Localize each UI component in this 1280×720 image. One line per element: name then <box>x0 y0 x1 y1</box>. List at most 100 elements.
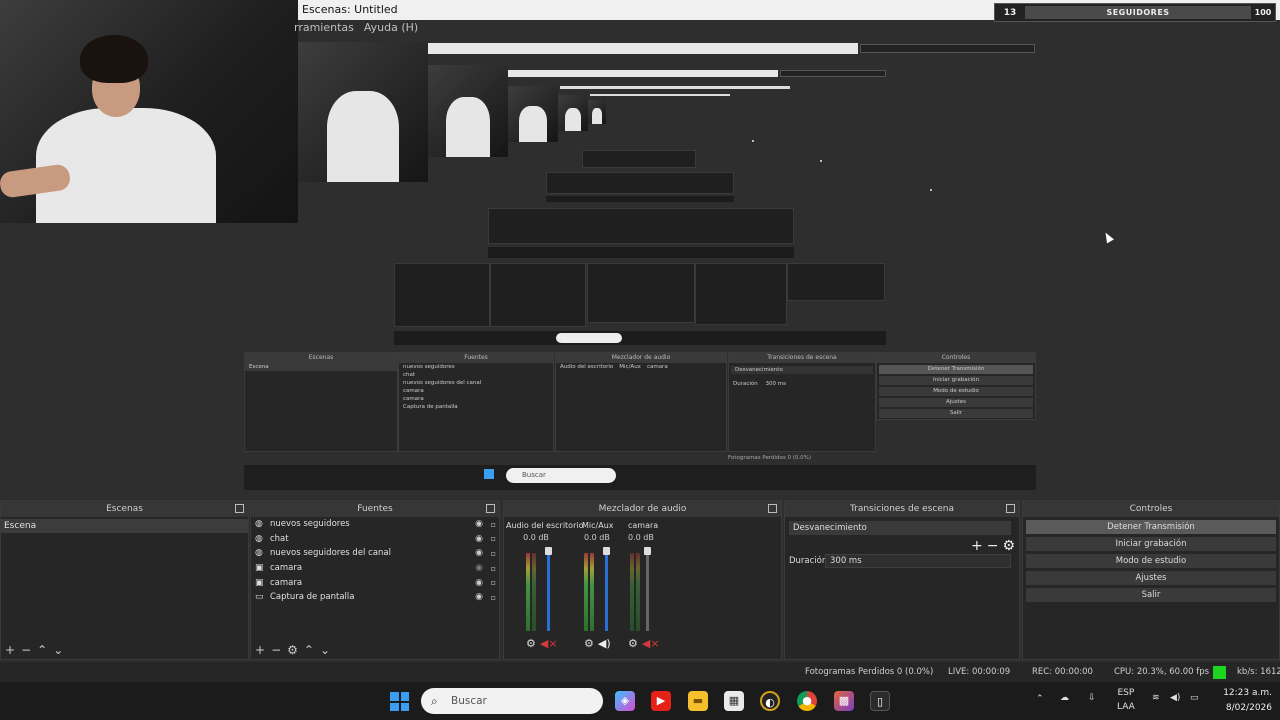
menu-bar: rramientas Ayuda (H) <box>290 20 418 36</box>
menu-tools[interactable]: rramientas <box>294 20 354 36</box>
preview-copy-5-webcam <box>588 100 606 124</box>
studio-mode-button[interactable]: Modo de estudio <box>1026 554 1276 568</box>
wifi-icon[interactable]: ≋ <box>1152 693 1160 703</box>
globe-icon: ◍ <box>255 519 263 530</box>
mixer-dock-title: Mezclador de audio <box>598 504 687 514</box>
eye-icon[interactable]: ◉ <box>475 534 483 544</box>
volume-fader[interactable] <box>605 549 608 631</box>
obs-icon[interactable]: ◐ <box>760 691 780 711</box>
clock[interactable]: 12:23 a.m. 8/02/2026 <box>1223 686 1272 716</box>
volume-meter <box>532 553 536 631</box>
transition-select[interactable]: Desvanecimiento <box>789 521 1011 535</box>
lock-icon[interactable]: ▫ <box>491 593 496 602</box>
source-item[interactable]: ◍ nuevos seguidores del canal ◉ ▫ <box>251 546 499 561</box>
speaker-muted-icon[interactable]: ◀× <box>642 637 660 650</box>
preview-copy-4-docks-b <box>546 172 734 194</box>
eye-icon[interactable]: ◉ <box>475 519 483 529</box>
add-scene-icon[interactable]: + <box>5 643 15 657</box>
taskbar-search[interactable]: ⌕ Buscar <box>421 688 603 714</box>
language-indicator[interactable]: ESP LAA <box>1117 686 1135 714</box>
scenes-dock: Escenas Escena + − ⌃ ⌄ <box>0 500 249 660</box>
artifact-dot <box>752 140 754 142</box>
channel-name: camara <box>628 521 659 530</box>
chrome-icon[interactable]: ● <box>797 691 817 711</box>
undock-icon[interactable] <box>1006 504 1015 513</box>
lock-icon[interactable]: ▫ <box>491 549 496 558</box>
store-icon[interactable]: ▦ <box>724 691 744 711</box>
file-explorer-icon[interactable]: ▬ <box>688 691 708 711</box>
add-source-icon[interactable]: + <box>255 643 265 657</box>
fader-knob[interactable] <box>545 547 552 555</box>
battery-icon[interactable]: ▭ <box>1190 693 1199 703</box>
app-grid-icon[interactable]: ▩ <box>834 691 854 711</box>
gear-icon[interactable]: ⚙ <box>287 643 298 657</box>
source-item[interactable]: ▣ camara ◉ ▫ <box>251 575 499 590</box>
preview-copy-4-taskbar <box>546 196 734 202</box>
terminal-icon[interactable]: ▯ <box>870 691 890 711</box>
gear-icon[interactable]: ⚙ <box>628 637 638 650</box>
lock-icon[interactable]: ▫ <box>491 578 496 587</box>
source-item[interactable]: ◍ nuevos seguidores ◉ ▫ <box>251 517 499 532</box>
undock-icon[interactable] <box>235 504 244 513</box>
audio-mixer-dock: Mezclador de audio Audio del escritorio … <box>503 500 782 660</box>
preview-copy-5-titlebars <box>560 86 794 100</box>
gear-icon[interactable]: ⚙ <box>1002 538 1015 554</box>
artifact-dot <box>820 160 822 162</box>
download-icon[interactable]: ⇩ <box>1088 693 1096 703</box>
mouse-cursor-icon <box>1102 230 1114 244</box>
windows-start-icon[interactable] <box>390 692 409 711</box>
preview-copy-2-transitions <box>695 263 787 325</box>
eye-icon[interactable]: ◉ <box>475 592 483 602</box>
clock-time: 12:23 a.m. <box>1223 688 1272 698</box>
undock-icon[interactable] <box>486 504 495 513</box>
preview-copy-1-webcam <box>298 42 428 182</box>
move-up-icon[interactable]: ⌃ <box>37 643 47 657</box>
lock-icon[interactable]: ▫ <box>491 520 496 529</box>
gear-icon[interactable]: ⚙ <box>526 637 536 650</box>
volume-icon[interactable]: ◀) <box>1170 693 1180 703</box>
lock-icon[interactable]: ▫ <box>491 534 496 543</box>
fader-knob[interactable] <box>644 547 651 555</box>
duration-input[interactable]: 300 ms <box>825 554 1011 568</box>
cloud-icon[interactable]: ☁ <box>1060 693 1069 703</box>
obs-window: Escenas: Untitled rramientas Ayuda (H) 1… <box>0 0 1280 720</box>
volume-fader[interactable] <box>547 549 550 631</box>
speaker-icon[interactable]: ◀) <box>598 637 611 650</box>
controls-dock-title: Controles <box>1129 504 1173 514</box>
exit-button[interactable]: Salir <box>1026 588 1276 602</box>
search-placeholder: Buscar <box>451 695 487 707</box>
youtube-icon[interactable]: ▶ <box>651 691 671 711</box>
copilot-icon[interactable]: ◈ <box>615 691 635 711</box>
volume-fader[interactable] <box>646 549 649 631</box>
eye-icon[interactable]: ◉ <box>475 563 483 573</box>
remove-scene-icon[interactable]: − <box>21 643 31 657</box>
channel-db: 0.0 dB <box>523 533 549 542</box>
settings-button[interactable]: Ajustes <box>1026 571 1276 585</box>
speaker-muted-icon[interactable]: ◀× <box>540 637 558 650</box>
add-transition-icon[interactable]: + <box>971 538 983 554</box>
preview-copy-2-controls <box>787 263 885 301</box>
tray-chevron-icon[interactable]: ⌃ <box>1036 694 1044 704</box>
source-item[interactable]: ▣ camara ◉ ▫ <box>251 561 499 576</box>
eye-icon[interactable]: ◉ <box>475 548 483 558</box>
move-down-icon[interactable]: ⌄ <box>320 643 330 657</box>
move-down-icon[interactable]: ⌄ <box>53 643 63 657</box>
eye-icon[interactable]: ◉ <box>475 578 483 588</box>
remove-source-icon[interactable]: − <box>271 643 281 657</box>
windows-taskbar: ⌕ Buscar ◈ ▶ ▬ ▦ ◐ ● ▩ ▯ ⌃ ☁ ⇩ ESP LAA ≋… <box>0 682 1280 720</box>
preview-copy-2-webcam <box>428 65 508 157</box>
scenes-toolbar: + − ⌃ ⌄ <box>1 641 248 659</box>
preview-copy-2-taskbar <box>394 331 886 345</box>
fader-knob[interactable] <box>603 547 610 555</box>
source-item[interactable]: ◍ chat ◉ ▫ <box>251 532 499 547</box>
move-up-icon[interactable]: ⌃ <box>304 643 314 657</box>
scene-item[interactable]: Escena <box>1 519 248 533</box>
start-recording-button[interactable]: Iniciar grabación <box>1026 537 1276 551</box>
remove-transition-icon[interactable]: − <box>987 538 999 554</box>
menu-help[interactable]: Ayuda (H) <box>364 20 418 36</box>
gear-icon[interactable]: ⚙ <box>584 637 594 650</box>
lock-icon[interactable]: ▫ <box>491 564 496 573</box>
undock-icon[interactable] <box>768 504 777 513</box>
stop-streaming-button[interactable]: Detener Transmisión <box>1026 520 1276 534</box>
source-item[interactable]: ▭ Captura de pantalla ◉ ▫ <box>251 590 499 605</box>
